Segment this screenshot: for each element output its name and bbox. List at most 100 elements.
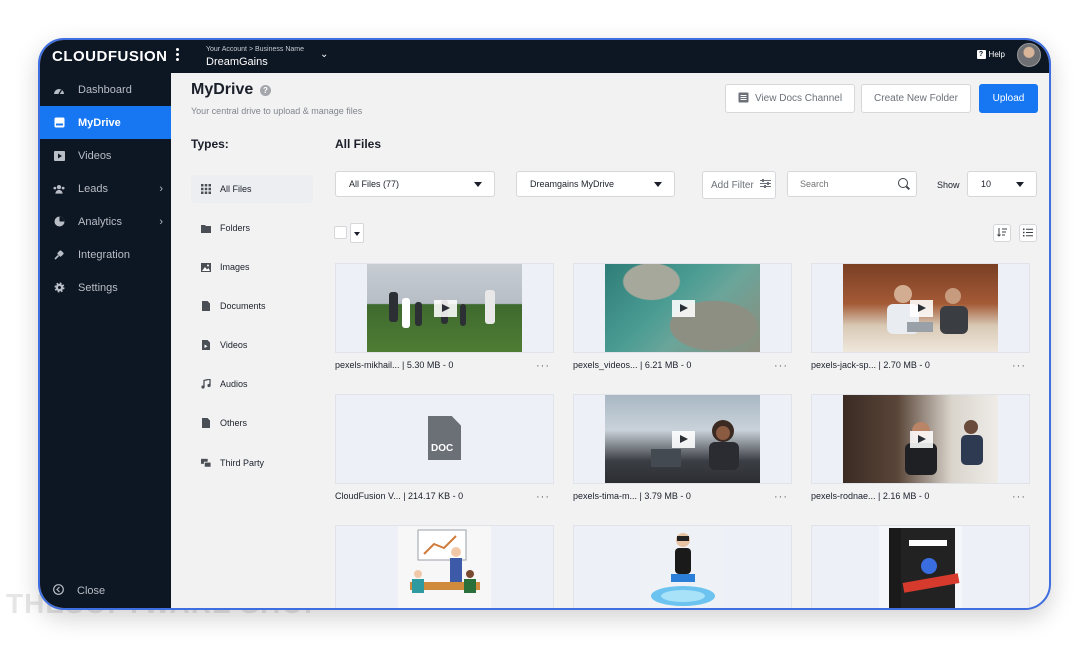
drive-icon xyxy=(53,117,65,129)
sidebar-item-settings[interactable]: Settings xyxy=(40,271,171,304)
help-button[interactable]: ? Help xyxy=(976,50,1005,59)
image-thumbnail xyxy=(398,526,491,608)
file-thumbnail[interactable] xyxy=(811,394,1030,484)
page-size-value: 10 xyxy=(981,179,992,189)
sidebar-item-integration[interactable]: Integration xyxy=(40,238,171,271)
info-icon[interactable]: ? xyxy=(260,85,271,96)
question-icon: ? xyxy=(976,50,986,59)
type-label: Others xyxy=(220,418,248,428)
drive-select[interactable]: Dreamgains MyDrive xyxy=(516,171,675,197)
avatar[interactable] xyxy=(1017,43,1041,67)
play-icon[interactable] xyxy=(671,431,695,448)
play-icon[interactable] xyxy=(909,300,933,317)
sidebar-close-button[interactable]: Close xyxy=(53,584,105,598)
sidebar-item-analytics[interactable]: Analytics › xyxy=(40,205,171,238)
dashboard-icon xyxy=(53,84,65,96)
file-card[interactable] xyxy=(335,525,554,608)
sidebar-item-label: Analytics xyxy=(78,215,123,228)
chevron-right-icon: › xyxy=(159,215,163,228)
grid-icon xyxy=(201,184,211,194)
file-thumbnail[interactable] xyxy=(811,263,1030,353)
bulk-select-dropdown[interactable] xyxy=(350,223,364,243)
third-party-icon xyxy=(201,458,211,468)
file-card[interactable] xyxy=(811,525,1030,608)
file-card[interactable]: pexels-mikhail... | 5.30 MB - 0 ··· xyxy=(335,263,554,372)
page-size-select[interactable]: 10 xyxy=(967,171,1037,197)
type-label: All Files xyxy=(220,184,252,194)
plug-icon xyxy=(53,249,65,261)
file-thumbnail[interactable] xyxy=(573,263,792,353)
pie-chart-icon xyxy=(53,216,65,228)
file-thumbnail[interactable] xyxy=(573,525,792,608)
type-documents[interactable]: Documents xyxy=(191,292,313,320)
files-heading: All Files xyxy=(335,137,382,151)
file-icon xyxy=(201,418,211,428)
page-subtitle: Your central drive to upload & manage fi… xyxy=(191,106,363,116)
file-type-select[interactable]: All Files (77) xyxy=(335,171,495,197)
sidebar-item-label: Videos xyxy=(78,149,112,162)
file-card[interactable]: pexels-jack-sp... | 2.70 MB - 0 ··· xyxy=(811,263,1030,372)
file-card[interactable]: pexels_videos... | 6.21 MB - 0 ··· xyxy=(573,263,792,372)
caret-down-icon xyxy=(1016,182,1024,187)
type-label: Videos xyxy=(220,340,248,350)
type-label: Third Party xyxy=(220,458,265,468)
type-all-files[interactable]: All Files xyxy=(191,175,313,203)
collapse-icon xyxy=(53,584,64,598)
type-others[interactable]: Others xyxy=(191,409,313,437)
account-name[interactable]: DreamGains xyxy=(206,56,268,68)
sidebar: Dashboard MyDrive Videos Leads › Analyti… xyxy=(40,73,171,608)
more-options-icon[interactable]: ··· xyxy=(536,360,550,372)
file-thumbnail[interactable] xyxy=(335,263,554,353)
type-audios[interactable]: Audios xyxy=(191,370,313,398)
file-thumbnail[interactable]: DOC xyxy=(335,394,554,484)
play-icon[interactable] xyxy=(671,300,695,317)
view-docs-button[interactable]: View Docs Channel xyxy=(725,84,855,113)
account-breadcrumb: Your Account > Business Name xyxy=(206,46,304,53)
sidebar-item-label: Dashboard xyxy=(78,83,132,96)
file-card[interactable]: DOC CloudFusion V... | 214.17 KB - 0 ··· xyxy=(335,394,554,503)
add-filter-button[interactable]: Add Filter xyxy=(702,171,776,199)
file-card[interactable] xyxy=(573,525,792,608)
type-third-party[interactable]: Third Party xyxy=(191,449,313,477)
type-folders[interactable]: Folders xyxy=(191,214,313,242)
type-images[interactable]: Images xyxy=(191,253,313,281)
types-heading: Types: xyxy=(191,137,229,151)
file-card[interactable]: pexels-rodnae... | 2.16 MB - 0 ··· xyxy=(811,394,1030,503)
type-label: Images xyxy=(220,262,250,272)
more-options-icon[interactable]: ··· xyxy=(1012,491,1026,503)
create-folder-button[interactable]: Create New Folder xyxy=(861,84,971,113)
sidebar-item-dashboard[interactable]: Dashboard xyxy=(40,73,171,106)
file-card[interactable]: pexels-tima-m... | 3.79 MB - 0 ··· xyxy=(573,394,792,503)
file-type-value: All Files (77) xyxy=(349,179,400,189)
search-icon[interactable] xyxy=(898,178,908,188)
file-thumbnail[interactable] xyxy=(573,394,792,484)
file-name: CloudFusion V... | 214.17 KB - 0 xyxy=(335,491,464,501)
sort-button[interactable] xyxy=(993,224,1011,242)
page-title: MyDrive xyxy=(191,81,254,98)
play-icon[interactable] xyxy=(909,431,933,448)
sidebar-item-videos[interactable]: Videos xyxy=(40,139,171,172)
sliders-icon xyxy=(759,179,771,191)
upload-button[interactable]: Upload xyxy=(979,84,1038,113)
drive-value: Dreamgains MyDrive xyxy=(530,179,615,189)
more-options-icon[interactable]: ··· xyxy=(774,360,788,372)
show-label: Show xyxy=(937,180,960,190)
select-all-checkbox[interactable] xyxy=(334,226,347,239)
sidebar-item-label: Settings xyxy=(78,281,118,294)
more-options-icon[interactable]: ··· xyxy=(1012,360,1026,372)
image-icon xyxy=(201,262,211,272)
file-name: pexels_videos... | 6.21 MB - 0 xyxy=(573,360,692,370)
play-icon[interactable] xyxy=(433,300,457,317)
list-view-button[interactable] xyxy=(1019,224,1037,242)
more-options-icon[interactable]: ··· xyxy=(536,491,550,503)
users-icon xyxy=(53,183,65,195)
kebab-menu-icon[interactable] xyxy=(176,48,180,63)
sidebar-item-mydrive[interactable]: MyDrive xyxy=(40,106,171,139)
type-label: Audios xyxy=(220,379,248,389)
file-thumbnail[interactable] xyxy=(335,525,554,608)
more-options-icon[interactable]: ··· xyxy=(774,491,788,503)
type-videos[interactable]: Videos xyxy=(191,331,313,359)
sidebar-item-leads[interactable]: Leads › xyxy=(40,172,171,205)
file-thumbnail[interactable] xyxy=(811,525,1030,608)
chevron-down-icon[interactable]: ⌄ xyxy=(320,49,328,60)
